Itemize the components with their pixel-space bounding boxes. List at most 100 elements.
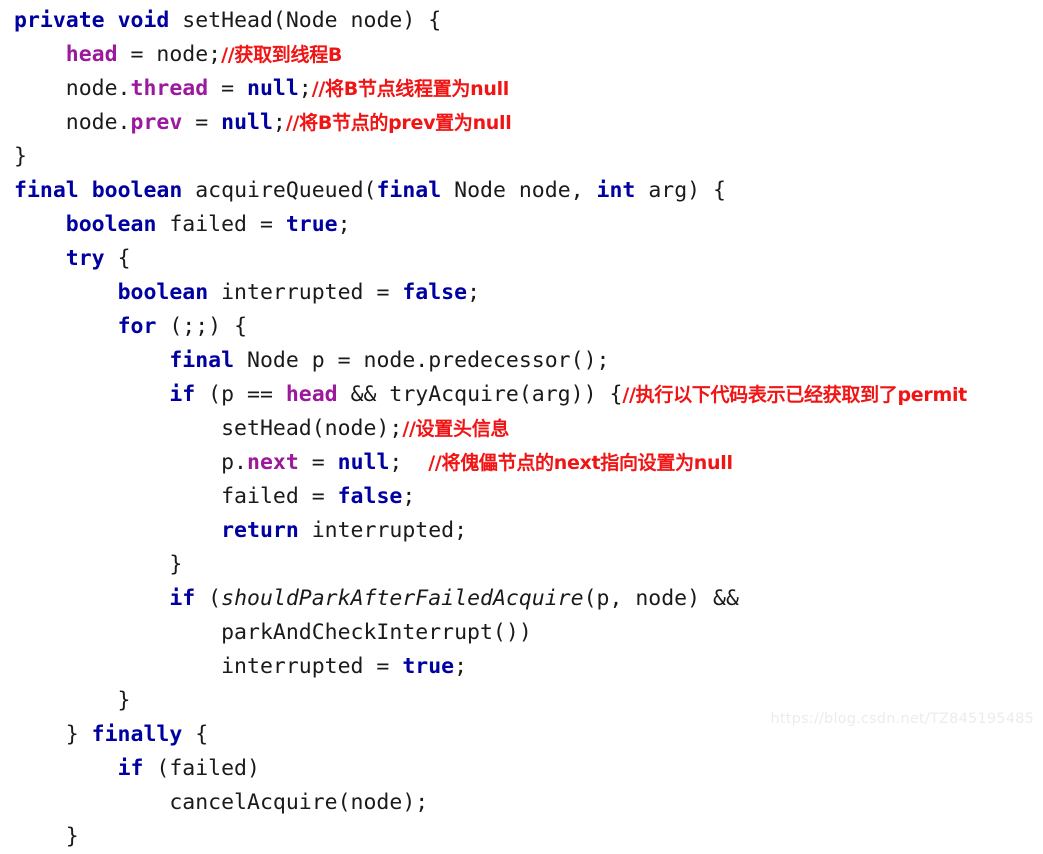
code-field-token: prev xyxy=(130,110,183,135)
code-text: { xyxy=(182,722,209,747)
code-field-token: thread xyxy=(130,76,209,101)
code-line: setHead(node);//设置头信息 xyxy=(0,412,967,446)
code-line: boolean failed = true; xyxy=(0,208,967,242)
code-text: ; xyxy=(298,76,312,101)
code-text: (p == xyxy=(195,382,286,407)
code-text: = xyxy=(298,450,338,475)
code-text: ; xyxy=(389,450,429,475)
code-line: } xyxy=(0,548,967,582)
code-line: boolean interrupted = false; xyxy=(0,276,967,310)
code-text: = xyxy=(182,110,222,135)
code-line: for (;;) { xyxy=(0,310,967,344)
code-line: p.next = null; //将傀儡节点的next指向设置为null xyxy=(0,446,967,480)
code-field-token: next xyxy=(247,450,299,475)
code-text: { xyxy=(104,246,131,271)
code-comment: //将B节点线程置为null xyxy=(311,78,510,100)
code-text: acquireQueued( xyxy=(182,178,377,203)
code-line: cancelAcquire(node); xyxy=(0,786,967,820)
code-text: ( xyxy=(195,586,222,611)
code-text: interrupted = xyxy=(208,280,403,305)
code-line: if (shouldParkAfterFailedAcquire(p, node… xyxy=(0,582,967,616)
code-text: Node node, xyxy=(441,178,597,203)
code-line: } xyxy=(0,820,967,854)
code-keyword: null xyxy=(337,450,390,475)
code-keyword: for xyxy=(117,314,157,339)
code-text: Node p = node.predecessor(); xyxy=(234,348,610,373)
code-text: arg) { xyxy=(635,178,726,203)
code-keyword: if xyxy=(117,756,144,781)
code-keyword: null xyxy=(247,76,299,101)
code-field-token: head xyxy=(65,42,118,67)
code-keyword: private xyxy=(14,8,105,33)
code-text: ; xyxy=(337,212,351,237)
code-line: return interrupted; xyxy=(0,514,967,548)
code-text: setHead(Node node) { xyxy=(169,8,442,33)
code-keyword: boolean xyxy=(117,280,209,305)
code-line: failed = false; xyxy=(0,480,967,514)
code-text: } xyxy=(14,552,183,577)
code-text: setHead(node); xyxy=(14,416,403,441)
code-text: interrupted; xyxy=(298,518,468,543)
code-text: ; xyxy=(454,654,468,679)
code-text: node. xyxy=(14,76,131,101)
code-line: if (p == head && tryAcquire(arg)) {//执行以… xyxy=(0,378,967,412)
code-text: node. xyxy=(14,110,131,135)
code-comment: //执行以下代码表示已经获取到了permit xyxy=(622,384,967,406)
code-comment: //获取到线程B xyxy=(221,44,343,66)
code-comment: //设置头信息 xyxy=(402,418,510,440)
code-text: (;;) { xyxy=(156,314,248,339)
code-line: node.thread = null;//将B节点线程置为null xyxy=(0,72,967,106)
code-text: = xyxy=(208,76,248,101)
code-line: private void setHead(Node node) { xyxy=(0,4,967,38)
code-line: final Node p = node.predecessor(); xyxy=(0,344,967,378)
code-line: parkAndCheckInterrupt()) xyxy=(0,616,967,650)
code-text: (failed) xyxy=(143,756,260,781)
code-comment: //将傀儡节点的next指向设置为null xyxy=(428,452,733,474)
code-keyword: null xyxy=(221,110,273,135)
code-keyword: int xyxy=(596,178,636,203)
code-text: } xyxy=(14,688,131,713)
code-line: node.prev = null;//将B节点的prev置为null xyxy=(0,106,967,140)
code-text: parkAndCheckInterrupt()) xyxy=(14,620,532,645)
code-text: failed = xyxy=(14,484,338,509)
code-keyword: return xyxy=(221,518,299,543)
code-text: ; xyxy=(402,484,416,509)
code-keyword: finally xyxy=(91,722,183,747)
code-keyword: final xyxy=(14,178,79,203)
code-text: ; xyxy=(467,280,481,305)
code-keyword: boolean xyxy=(91,178,183,203)
code-keyword: false xyxy=(402,280,468,305)
code-keyword: if xyxy=(169,382,196,407)
code-line: } xyxy=(0,140,967,174)
code-text: p. xyxy=(14,450,247,475)
code-screenshot-surface: private void setHead(Node node) { head =… xyxy=(0,0,1043,849)
code-comment: //将B节点的prev置为null xyxy=(285,112,512,134)
code-method-token: shouldParkAfterFailedAcquire xyxy=(221,586,584,611)
code-text: = node; xyxy=(117,42,222,67)
code-text: interrupted = xyxy=(14,654,403,679)
code-keyword: boolean xyxy=(65,212,157,237)
code-line: interrupted = true; xyxy=(0,650,967,684)
code-field-token: head xyxy=(285,382,338,407)
code-text: } xyxy=(14,722,92,747)
code-line: try { xyxy=(0,242,967,276)
code-text: cancelAcquire(node); xyxy=(14,790,429,815)
code-text: failed = xyxy=(156,212,286,237)
code-text: ; xyxy=(272,110,286,135)
code-line: final boolean acquireQueued(final Node n… xyxy=(0,174,967,208)
code-text: } xyxy=(14,144,27,169)
code-text: && tryAcquire(arg)) { xyxy=(337,382,623,407)
watermark-url: https://blog.csdn.net/TZ845195485 xyxy=(770,711,1034,727)
code-text: } xyxy=(14,824,79,849)
